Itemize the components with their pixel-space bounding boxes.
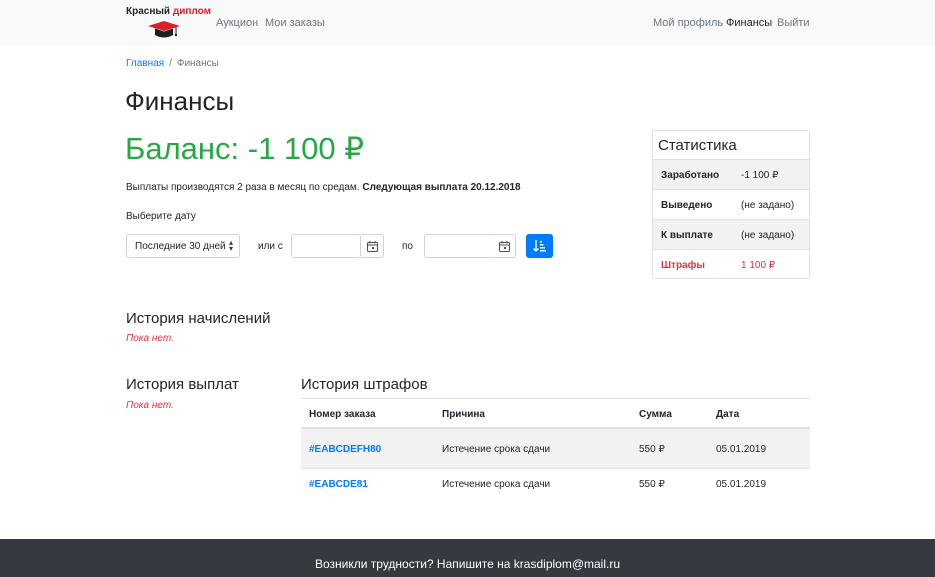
sort-ascending-icon bbox=[533, 240, 546, 252]
navbar: Красный диплом Аукцион Мои заказы Мой пр… bbox=[0, 0, 935, 46]
period-select-value: Последние 30 дней bbox=[135, 241, 226, 252]
to-label: по bbox=[402, 241, 413, 252]
penalty-amount: 550 ₽ bbox=[639, 444, 665, 455]
stats-card: Статистика Заработано -1 100 ₽ Выведено (н… bbox=[652, 130, 810, 279]
accruals-title: История начислений bbox=[126, 310, 271, 327]
next-payout: Следующая выплата 20.12.2018 bbox=[362, 182, 521, 193]
nav-my-profile[interactable]: Мой профиль bbox=[653, 17, 723, 29]
nav-logout[interactable]: Выйти bbox=[777, 17, 810, 29]
calendar-icon bbox=[367, 241, 378, 252]
date-from-input[interactable] bbox=[291, 234, 361, 258]
penalty-reason: Истечение срока сдачи bbox=[442, 479, 551, 490]
calendar-icon bbox=[499, 241, 510, 252]
brand-logo[interactable]: Красный диплом bbox=[126, 6, 211, 40]
penalty-date: 05.01.2019 bbox=[716, 444, 767, 455]
order-link[interactable]: #EABCDE81 bbox=[309, 479, 368, 490]
brand-text: Красный диплом bbox=[126, 6, 211, 17]
sort-button[interactable] bbox=[526, 234, 553, 258]
stat-withdrawn: Выведено (не задано) bbox=[653, 189, 809, 219]
nav-auction[interactable]: Аукцион bbox=[216, 17, 258, 29]
date-from-picker-button[interactable] bbox=[361, 234, 384, 258]
penalty-reason: Истечение срока сдачи bbox=[442, 444, 551, 455]
date-filter-label: Выберите дату bbox=[126, 211, 196, 222]
breadcrumb-home[interactable]: Главная bbox=[126, 58, 164, 69]
stat-earned: Заработано -1 100 ₽ bbox=[653, 159, 809, 189]
breadcrumb-current: Финансы bbox=[176, 58, 219, 69]
payouts-title: История выплат bbox=[126, 376, 239, 393]
table-row: #EABCDE81 Истечение срока сдачи 550 ₽ 05… bbox=[301, 469, 810, 503]
from-label: или с bbox=[258, 241, 283, 252]
penalty-date: 05.01.2019 bbox=[716, 479, 767, 490]
nav-my-orders[interactable]: Мои заказы bbox=[265, 17, 325, 29]
table-row: #EABCDEFH80 Истечение срока сдачи 550 ₽ … bbox=[301, 429, 810, 469]
order-link[interactable]: #EABCDEFH80 bbox=[309, 444, 381, 455]
nav-finances[interactable]: Финансы bbox=[726, 17, 772, 29]
balance: Баланс: -1 100 ₽ bbox=[125, 131, 364, 166]
penalty-amount: 550 ₽ bbox=[639, 479, 665, 490]
date-to-picker-button[interactable] bbox=[493, 234, 516, 258]
column-header: Номер заказа bbox=[309, 409, 376, 420]
stats-title: Статистика bbox=[658, 137, 737, 154]
select-caret-icon: ▴ ▾ bbox=[228, 238, 233, 253]
page-title: Финансы bbox=[125, 86, 235, 116]
date-to-input[interactable] bbox=[424, 234, 494, 258]
period-select[interactable]: Последние 30 дней ▴ ▾ bbox=[126, 234, 240, 258]
breadcrumb: Главная / Финансы bbox=[126, 58, 219, 69]
footer: Возникли трудности? Напишите на krasdipl… bbox=[0, 539, 935, 577]
accruals-empty: Пока нет. bbox=[126, 333, 174, 344]
graduation-cap-icon bbox=[148, 21, 180, 38]
breadcrumb-separator: / bbox=[169, 58, 172, 69]
table-header: Номер заказа Причина Сумма Дата bbox=[301, 398, 810, 429]
stat-penalties: Штрафы 1 100 ₽ bbox=[653, 249, 809, 279]
column-header: Сумма bbox=[639, 409, 672, 420]
payout-info: Выплаты производятся 2 раза в месяц по с… bbox=[126, 182, 521, 193]
footer-contact: Возникли трудности? Напишите на krasdipl… bbox=[314, 557, 621, 571]
penalties-title: История штрафов bbox=[301, 376, 428, 393]
column-header: Причина bbox=[442, 409, 485, 420]
column-header: Дата bbox=[716, 409, 740, 420]
stat-to-pay: К выплате (не задано) bbox=[653, 219, 809, 249]
payouts-empty: Пока нет. bbox=[126, 400, 174, 411]
